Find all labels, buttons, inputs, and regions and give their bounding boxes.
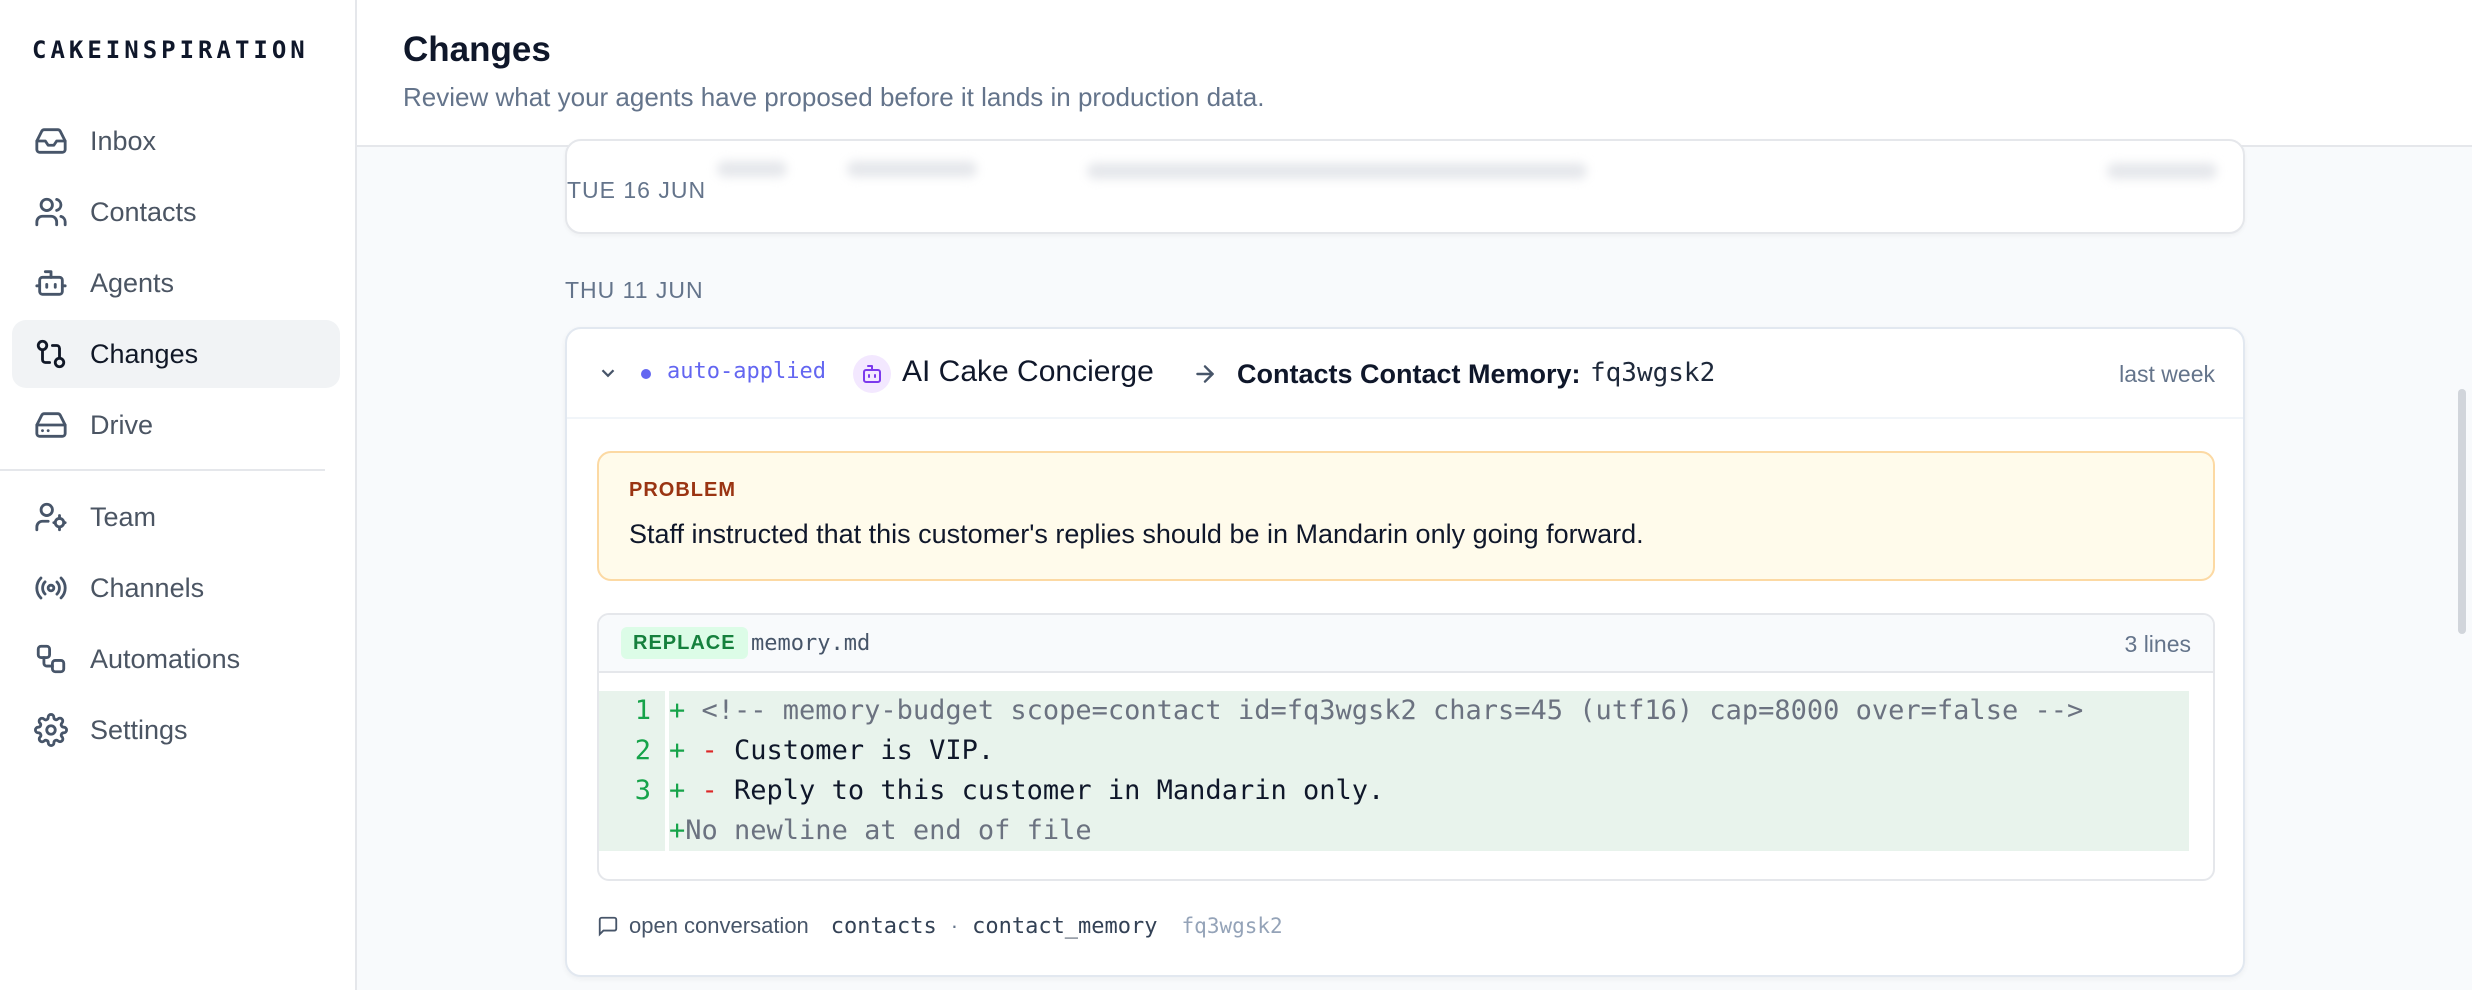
arrow-right-icon	[1192, 361, 1218, 387]
list-marker: -	[701, 735, 735, 766]
line-text: Reply to this customer in Mandarin only.	[734, 775, 1385, 806]
sidebar-item-label: Contacts	[90, 196, 197, 227]
sidebar: CAKEINSPIRATION Inbox Contacts Agents Ch…	[0, 0, 357, 990]
diff-line: 2 + - Customer is VIP.	[599, 731, 2213, 771]
sidebar-item-label: Automations	[90, 643, 241, 674]
main-panel: Changes Review what your agents have pro…	[357, 0, 2472, 990]
line-text: <!-- memory-budget scope=contact id=fq3w…	[701, 695, 2084, 726]
sidebar-item-label: Drive	[90, 409, 154, 440]
line-count: 3 lines	[2124, 631, 2191, 657]
chevron-down-icon[interactable]	[597, 362, 619, 384]
hard-drive-icon	[32, 406, 70, 444]
git-compare-icon	[32, 335, 70, 373]
sidebar-item-label: Changes	[90, 338, 199, 369]
change-card: auto-applied AI Cake Concierge Contacts …	[565, 327, 2245, 977]
radio-icon	[32, 569, 70, 607]
problem-callout: PROBLEM Staff instructed that this custo…	[597, 451, 2215, 581]
app: CAKEINSPIRATION Inbox Contacts Agents Ch…	[0, 0, 2472, 990]
add-marker: +	[669, 695, 702, 726]
open-conversation-link[interactable]: open conversation	[629, 913, 809, 939]
blurred-content	[717, 161, 787, 177]
sidebar-item-inbox[interactable]: Inbox	[12, 107, 340, 175]
diff-viewer: REPLACE memory.md 3 lines 1 + <!-- memor…	[597, 613, 2215, 881]
problem-text: Staff instructed that this customer's re…	[629, 519, 1644, 549]
line-code: + - Customer is VIP.	[669, 731, 2189, 771]
sidebar-item-label: Agents	[90, 267, 175, 298]
line-number: 2	[599, 731, 665, 771]
sidebar-item-agents[interactable]: Agents	[12, 249, 340, 317]
diff-body: 1 + <!-- memory-budget scope=contact id=…	[599, 691, 2213, 851]
line-number	[599, 811, 665, 851]
add-marker: +	[669, 735, 702, 766]
page-title: Changes	[403, 30, 551, 69]
change-card-collapsed[interactable]: TUE 16 JUN	[565, 139, 2245, 234]
sidebar-item-drive[interactable]: Drive	[12, 391, 340, 459]
page-header: Changes Review what your agents have pro…	[357, 0, 2472, 147]
sidebar-item-label: Settings	[90, 714, 188, 745]
sidebar-item-label: Team	[90, 501, 157, 532]
diff-line: 1 + <!-- memory-budget scope=contact id=…	[599, 691, 2213, 731]
diff-line: +No newline at end of file	[599, 811, 2213, 851]
user-cog-icon	[32, 498, 70, 536]
sidebar-item-team[interactable]: Team	[12, 483, 340, 551]
change-target: Contacts Contact Memory:	[1237, 359, 1581, 389]
users-icon	[32, 193, 70, 231]
sidebar-item-automations[interactable]: Automations	[12, 625, 340, 693]
page-subtitle: Review what your agents have proposed be…	[403, 82, 1265, 112]
blurred-content	[2107, 163, 2217, 179]
bot-icon	[853, 355, 891, 393]
add-marker: +	[669, 815, 686, 846]
line-number: 3	[599, 771, 665, 811]
file-name: memory.md	[751, 631, 871, 656]
status-dot	[641, 369, 651, 379]
field-name: contact_memory	[972, 913, 1158, 939]
line-code: +No newline at end of file	[669, 811, 2189, 851]
timestamp: last week	[2119, 361, 2215, 387]
diff-header: REPLACE memory.md 3 lines	[599, 615, 2213, 673]
scrollbar[interactable]	[2458, 389, 2466, 634]
diff-line: 3 + - Reply to this customer in Mandarin…	[599, 771, 2213, 811]
line-code: + - Reply to this customer in Mandarin o…	[669, 771, 2189, 811]
table-name: contacts	[830, 913, 937, 939]
change-footer: open conversation contacts · contact_mem…	[597, 911, 1283, 941]
change-card-header[interactable]: auto-applied AI Cake Concierge Contacts …	[567, 329, 2243, 419]
sidebar-item-label: Inbox	[90, 125, 157, 156]
message-square-icon	[597, 915, 629, 937]
date-group-label: THU 11 JUN	[565, 277, 704, 303]
agent-name: AI Cake Concierge	[902, 355, 1154, 388]
workflow-icon	[32, 640, 70, 678]
gear-icon	[32, 711, 70, 749]
line-text: Customer is VIP.	[734, 735, 995, 766]
blurred-content	[847, 161, 977, 177]
separator: ·	[950, 913, 959, 938]
line-number: 1	[599, 691, 665, 731]
no-newline-note: No newline at end of file	[685, 815, 1092, 846]
status-badge: auto-applied	[667, 359, 826, 384]
bot-icon	[32, 264, 70, 302]
line-code: + <!-- memory-budget scope=contact id=fq…	[669, 691, 2189, 731]
sidebar-item-channels[interactable]: Channels	[12, 554, 340, 622]
nav-divider	[0, 469, 325, 471]
operation-badge: REPLACE	[621, 627, 748, 659]
list-marker: -	[701, 775, 735, 806]
problem-label: PROBLEM	[629, 479, 736, 501]
sidebar-nav: Inbox Contacts Agents Changes Drive Team…	[0, 107, 340, 767]
changes-feed[interactable]: TUE 16 JUN THU 11 JUN auto-applied AI Ca…	[357, 139, 2472, 990]
add-marker: +	[669, 775, 702, 806]
sidebar-item-settings[interactable]: Settings	[12, 696, 340, 764]
inbox-icon	[32, 122, 70, 160]
brand-logo: CAKEINSPIRATION	[32, 36, 309, 64]
blurred-content	[1087, 163, 1587, 179]
sidebar-item-changes[interactable]: Changes	[12, 320, 340, 388]
date-group-label: TUE 16 JUN	[567, 177, 707, 203]
sidebar-item-label: Channels	[90, 572, 205, 603]
record-id: fq3wgsk2	[1181, 914, 1283, 938]
target-id: fq3wgsk2	[1590, 358, 1716, 388]
sidebar-item-contacts[interactable]: Contacts	[12, 178, 340, 246]
